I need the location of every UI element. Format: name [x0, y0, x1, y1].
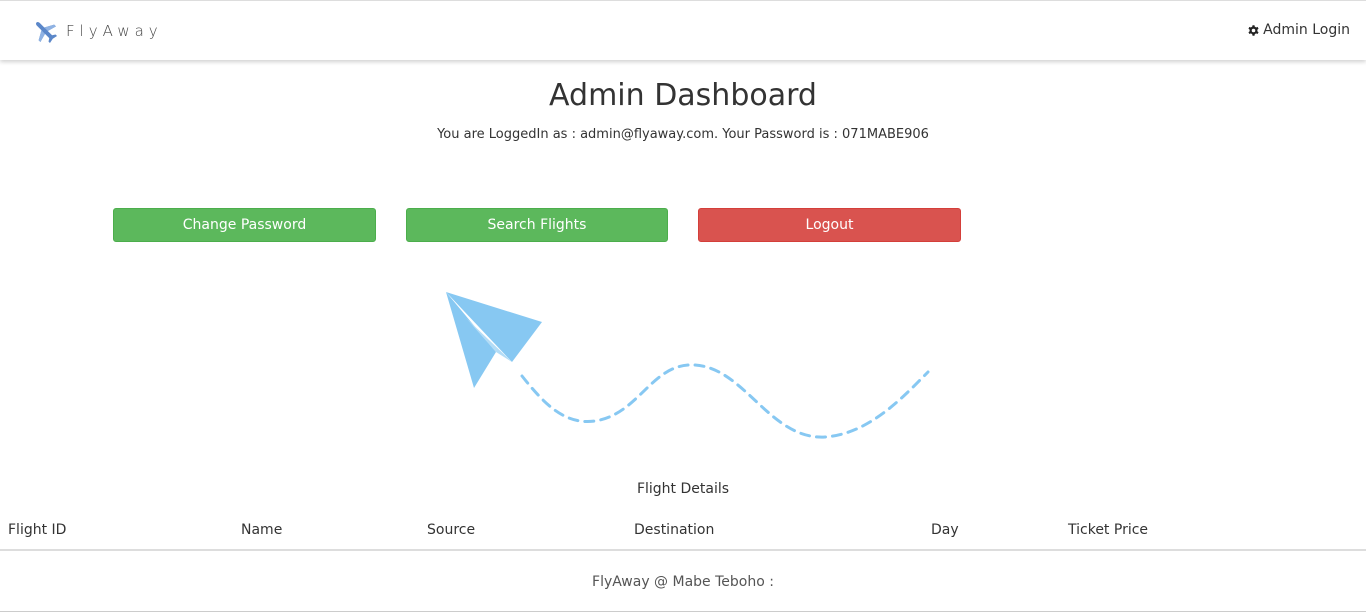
- page-title: Admin Dashboard: [549, 78, 817, 113]
- column-header-day: Day: [931, 522, 959, 538]
- column-header-name: Name: [241, 522, 283, 538]
- gear-icon: [1247, 24, 1260, 37]
- column-header-source: Source: [427, 522, 476, 538]
- column-header-ticket-price: Ticket Price: [1068, 522, 1149, 538]
- paper-plane-icon: [446, 292, 930, 439]
- column-header-flight-id: Flight ID: [8, 522, 67, 538]
- change-password-button[interactable]: Change Password: [113, 208, 376, 242]
- column-header-destination: Destination: [634, 522, 715, 538]
- airplane-icon: [32, 18, 58, 44]
- flight-details-caption: Flight Details: [636, 481, 730, 497]
- logout-button[interactable]: Logout: [698, 208, 961, 242]
- table-header-divider: [0, 549, 1366, 551]
- brand-link[interactable]: FlyAway: [32, 17, 163, 45]
- admin-login-label: Admin Login: [1263, 22, 1350, 38]
- footer-divider: [0, 611, 1366, 612]
- brand-name: FlyAway: [66, 22, 163, 40]
- admin-login-link[interactable]: Admin Login: [1247, 19, 1350, 41]
- footer-text: FlyAway @ Mabe Teboho :: [592, 574, 774, 590]
- search-flights-button[interactable]: Search Flights: [406, 208, 668, 242]
- navbar: FlyAway Admin Login: [0, 0, 1366, 60]
- login-info-text: You are LoggedIn as : admin@flyaway.com.…: [437, 127, 929, 142]
